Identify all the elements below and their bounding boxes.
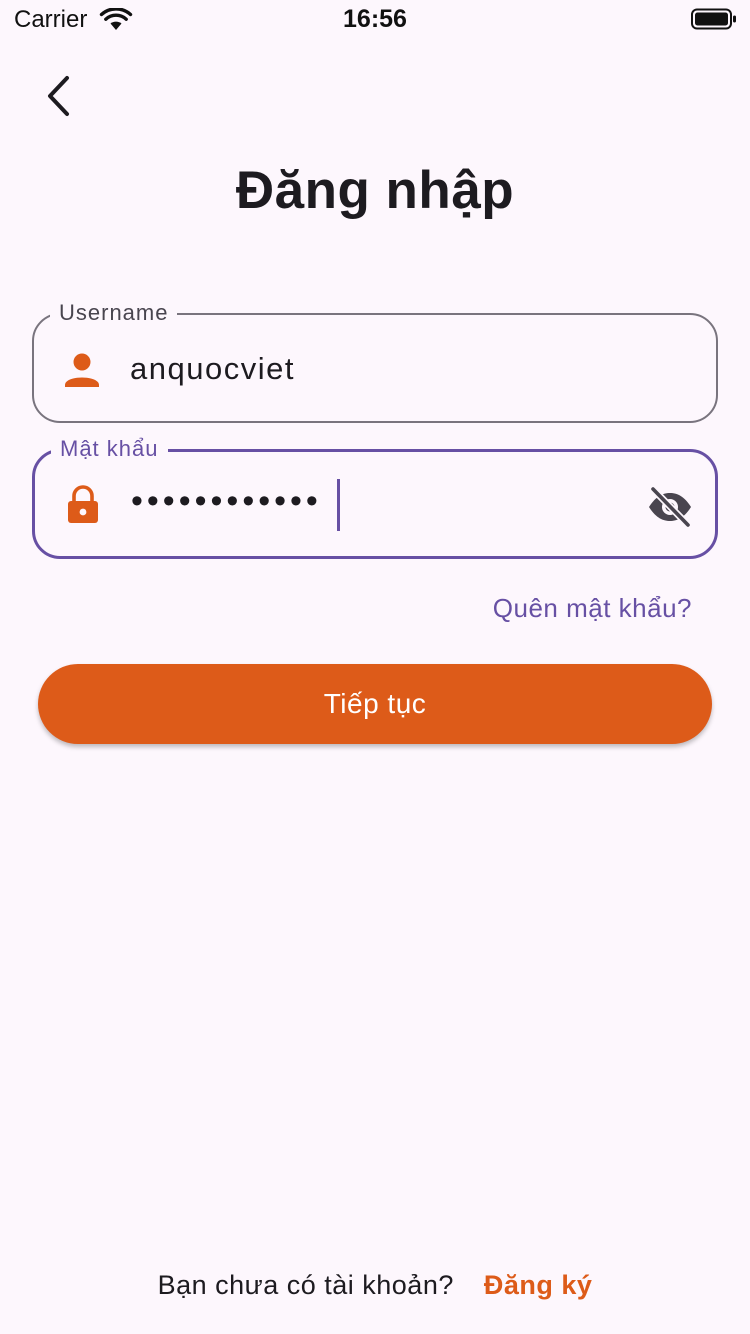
username-input[interactable]: anquocviet [130, 351, 295, 387]
password-field[interactable]: Mật khẩu •••••••••••• [32, 435, 718, 559]
text-caret [337, 479, 340, 531]
back-button[interactable] [36, 74, 80, 118]
password-input[interactable]: •••••••••••• [131, 482, 322, 521]
lock-icon [68, 485, 98, 523]
signup-prompt: Bạn chưa có tài khoản? Đăng ký [0, 1270, 750, 1301]
page-title: Đăng nhập [235, 161, 515, 220]
forgot-password-link[interactable]: Quên mật khẩu? [493, 593, 692, 624]
chevron-left-icon [48, 76, 69, 116]
status-bar: Carrier 16:56 [0, 0, 750, 40]
battery-icon [691, 8, 736, 30]
continue-button[interactable]: Tiếp tục [38, 664, 712, 744]
username-field[interactable]: Username anquocviet [32, 299, 718, 423]
eye-off-icon [649, 486, 691, 528]
login-screen: Carrier 16:56 Đăng nhập Username anquocv… [0, 0, 750, 1334]
signup-link[interactable]: Đăng ký [484, 1270, 593, 1300]
password-label: Mật khẩu [51, 435, 168, 463]
person-icon [65, 353, 99, 387]
password-visibility-toggle[interactable] [647, 484, 693, 530]
username-label: Username [50, 299, 178, 327]
signup-prompt-text: Bạn chưa có tài khoản? [157, 1270, 454, 1300]
status-time: 16:56 [343, 5, 407, 33]
